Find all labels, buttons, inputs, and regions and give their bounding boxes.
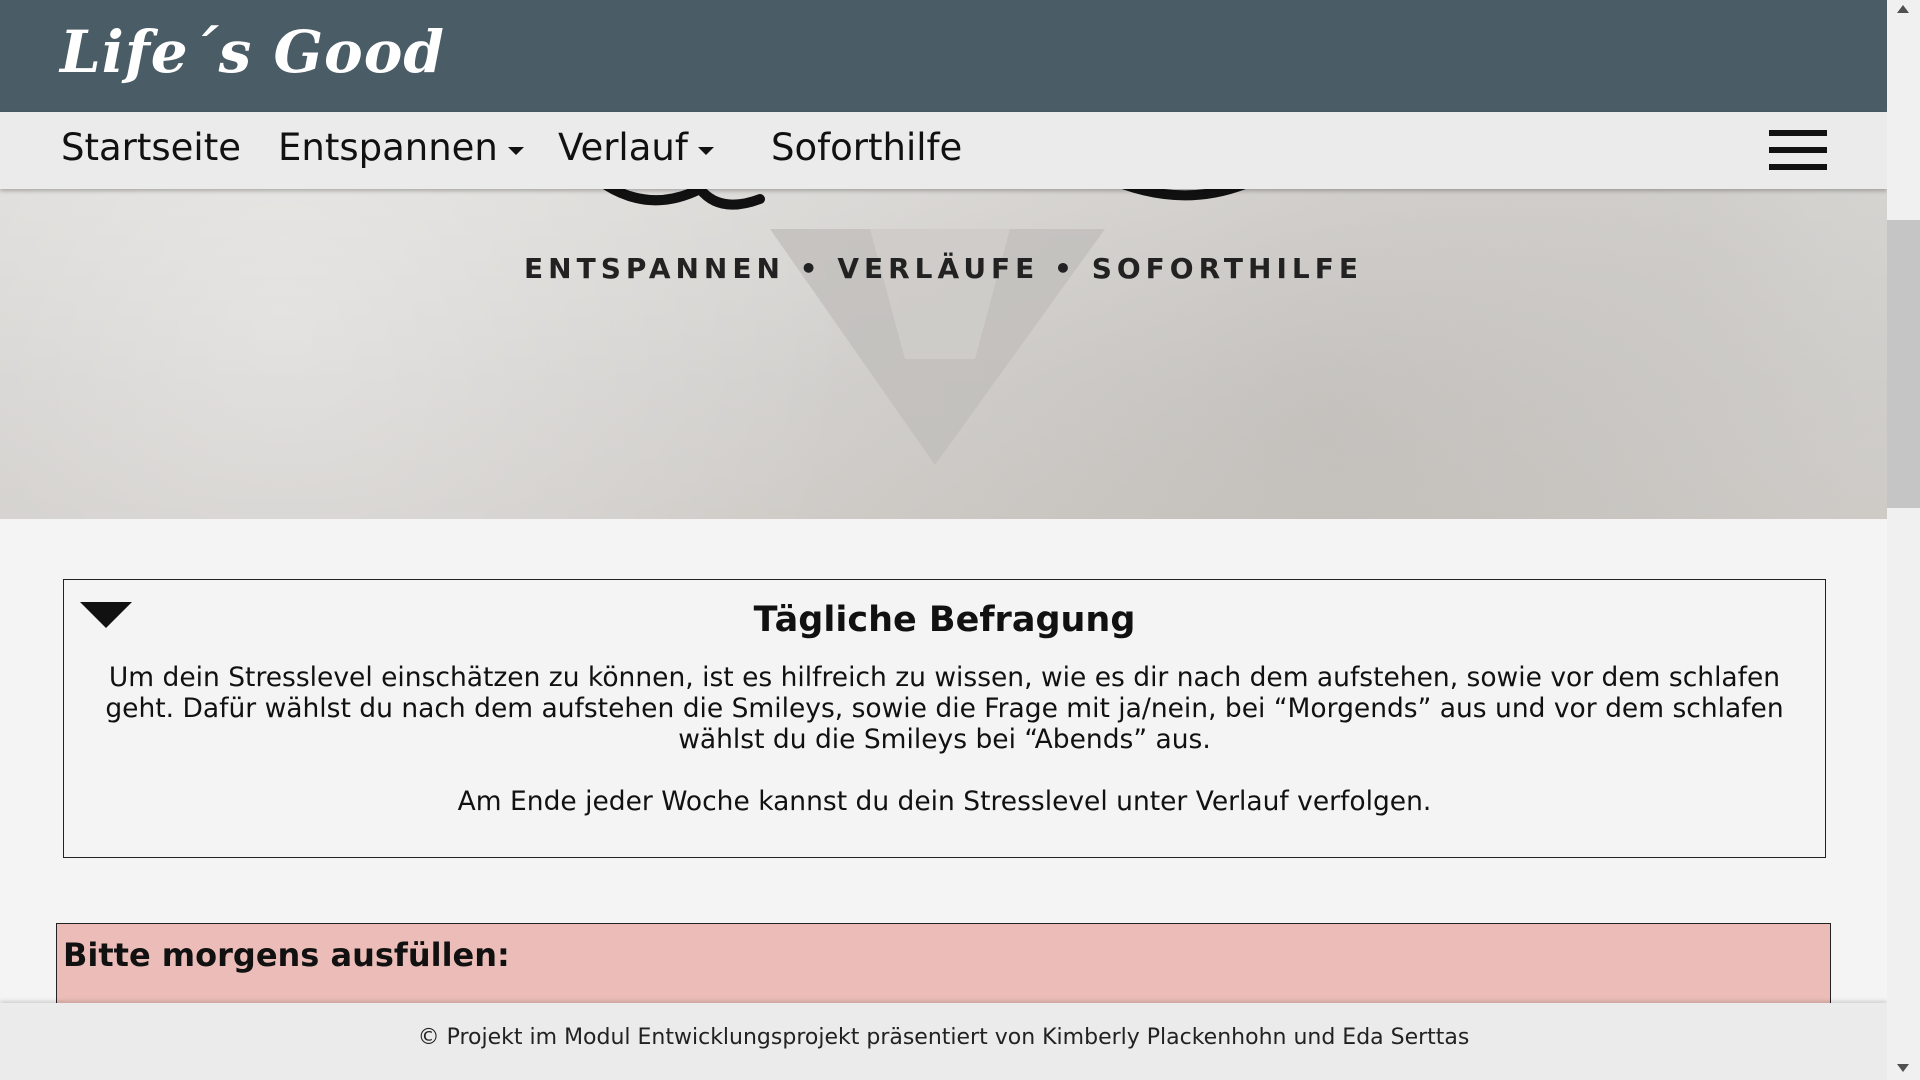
page: Life´s Good Startseite Entspannen Verlau… [0, 0, 1887, 1080]
caret-down-icon [507, 146, 524, 155]
menu-icon[interactable] [1769, 130, 1827, 172]
hero-banner: ENTSPANNEN • VERLÄUFE • SOFORTHILFE [0, 189, 1887, 519]
top-header: Life´s Good [0, 0, 1887, 112]
nav-item-entspannen[interactable]: Entspannen [278, 126, 524, 169]
scroll-down-arrow-icon[interactable] [1897, 1064, 1909, 1072]
vertical-scrollbar[interactable] [1887, 0, 1920, 1080]
hero-logo-graphic [603, 189, 1246, 465]
footer: © Projekt im Modul Entwicklungsprojekt p… [0, 1003, 1887, 1080]
nav-item-verlauf[interactable]: Verlauf [558, 126, 714, 169]
survey-title: Tägliche Befragung [753, 600, 1136, 640]
hero-tagline: ENTSPANNEN • VERLÄUFE • SOFORTHILFE [524, 252, 1363, 285]
scrollbar-thumb[interactable] [1887, 220, 1920, 508]
survey-description: Um dein Stresslevel einschätzen zu könne… [105, 662, 1784, 755]
survey-note: Am Ende jeder Woche kannst du dein Stres… [457, 786, 1432, 817]
nav-label: Entspannen [278, 126, 498, 169]
scroll-up-arrow-icon[interactable] [1897, 5, 1909, 13]
main-navbar: Startseite Entspannen Verlauf Soforthilf… [0, 112, 1887, 189]
footer-text: © Projekt im Modul Entwicklungsprojekt p… [417, 1025, 1470, 1050]
nav-item-startseite[interactable]: Startseite [61, 126, 241, 169]
nav-item-soforthilfe[interactable]: Soforthilfe [771, 126, 962, 169]
nav-label: Startseite [61, 126, 241, 169]
nav-label: Soforthilfe [771, 126, 963, 169]
daily-survey-box: Tägliche Befragung Um dein Stresslevel e… [63, 579, 1826, 858]
nav-label: Verlauf [558, 126, 688, 169]
morning-panel-title: Bitte morgens ausfüllen: [63, 936, 510, 974]
caret-down-icon [697, 146, 714, 155]
brand-logo[interactable]: Life´s Good [60, 18, 445, 86]
